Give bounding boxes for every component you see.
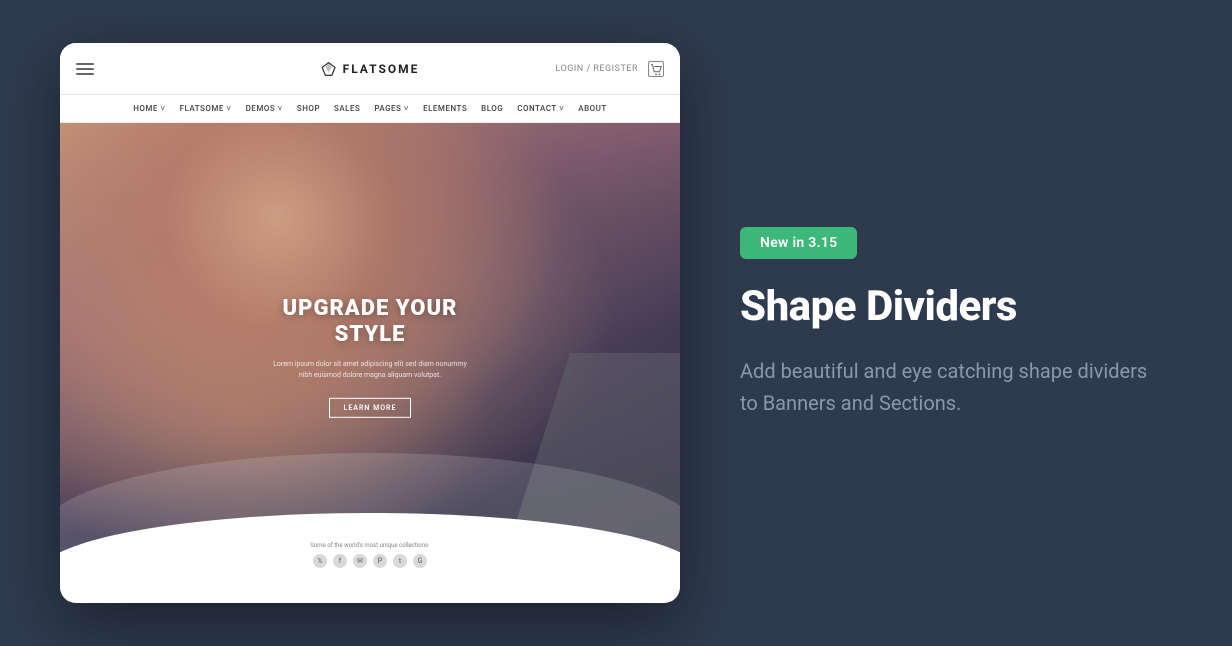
email-icon[interactable]: ✉ <box>353 554 367 568</box>
nav-blog[interactable]: BLOG <box>481 104 503 113</box>
nav-sales[interactable]: SALES <box>334 104 360 113</box>
nav-pages[interactable]: PAGES ˅ <box>374 104 409 113</box>
hero-content: UPGRADE YOUR STYLE Lorem ipsum dolor sit… <box>270 296 470 418</box>
browser-actions: LOGIN / REGISTER <box>555 61 664 77</box>
browser-top-bar: FLATSOME LOGIN / REGISTER <box>60 43 680 95</box>
browser-mockup: FLATSOME LOGIN / REGISTER HOME ˅ FLATSOM… <box>60 43 680 603</box>
brand-name-text: FLATSOME <box>343 62 420 76</box>
hamburger-icon[interactable] <box>76 63 94 75</box>
nav-flatsome[interactable]: FLATSOME ˅ <box>180 104 232 113</box>
twitter-icon[interactable]: 𝕏 <box>313 554 327 568</box>
feature-title: Shape Dividers <box>740 283 1152 331</box>
hero-cta-button[interactable]: LEARN MORE <box>329 398 412 418</box>
brand-logo: FLATSOME <box>321 61 420 77</box>
tumblr-icon[interactable]: t <box>393 554 407 568</box>
nav-home[interactable]: HOME ˅ <box>133 104 165 113</box>
diamond-icon <box>321 61 337 77</box>
footer-text: Some of the world's most unique collecti… <box>310 542 429 549</box>
hero-title: UPGRADE YOUR STYLE <box>270 296 470 349</box>
login-register-text[interactable]: LOGIN / REGISTER <box>555 64 638 74</box>
facebook-icon[interactable]: f <box>333 554 347 568</box>
gplus-icon[interactable]: G <box>413 554 427 568</box>
nav-shop[interactable]: SHOP <box>297 104 320 113</box>
pinterest-icon[interactable]: P <box>373 554 387 568</box>
social-icons: 𝕏 f ✉ P t G <box>313 554 427 568</box>
nav-about[interactable]: ABOUT <box>578 104 606 113</box>
nav-elements[interactable]: ELEMENTS <box>423 104 467 113</box>
feature-description: Add beautiful and eye catching shape div… <box>740 355 1152 419</box>
info-panel: New in 3.15 Shape Dividers Add beautiful… <box>740 207 1172 439</box>
main-container: FLATSOME LOGIN / REGISTER HOME ˅ FLATSOM… <box>0 0 1232 646</box>
version-badge: New in 3.15 <box>740 227 857 259</box>
hero-section: UPGRADE YOUR STYLE Lorem ipsum dolor sit… <box>60 123 680 603</box>
cart-icon[interactable] <box>648 61 664 77</box>
hero-subtitle: Lorem ipsum dolor sit amet adipiscing el… <box>270 359 470 381</box>
hero-footer: Some of the world's most unique collecti… <box>60 542 680 568</box>
nav-contact[interactable]: CONTACT ˅ <box>517 104 564 113</box>
nav-bar: HOME ˅ FLATSOME ˅ DEMOS ˅ SHOP SALES PAG… <box>60 95 680 123</box>
nav-demos[interactable]: DEMOS ˅ <box>246 104 283 113</box>
